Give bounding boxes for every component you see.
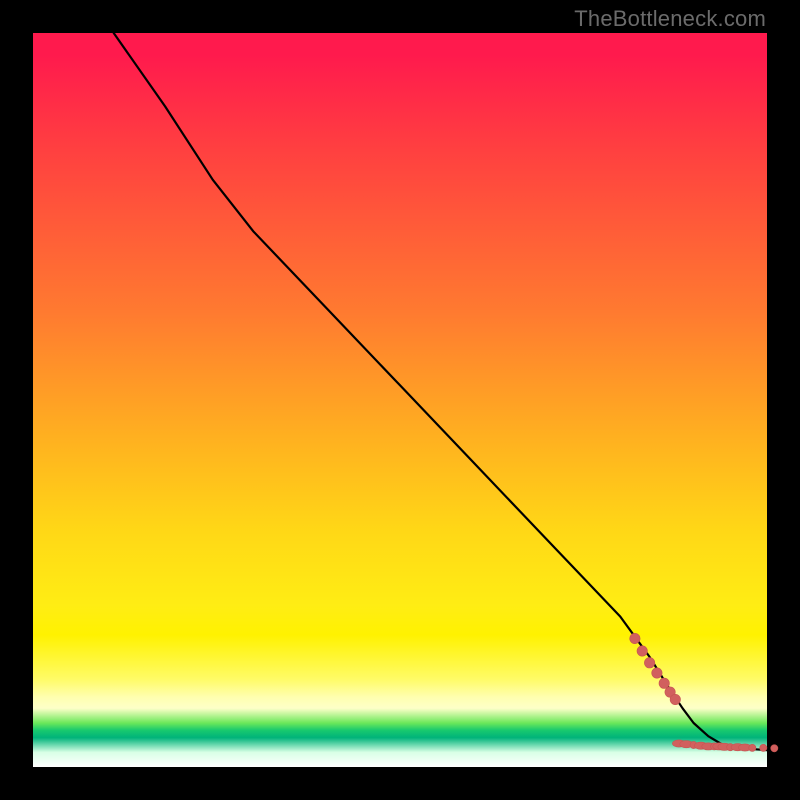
plot-area — [33, 33, 767, 767]
chart-stage: TheBottleneck.com — [0, 0, 800, 800]
watermark-text: TheBottleneck.com — [574, 6, 766, 32]
data-dot — [771, 745, 778, 752]
